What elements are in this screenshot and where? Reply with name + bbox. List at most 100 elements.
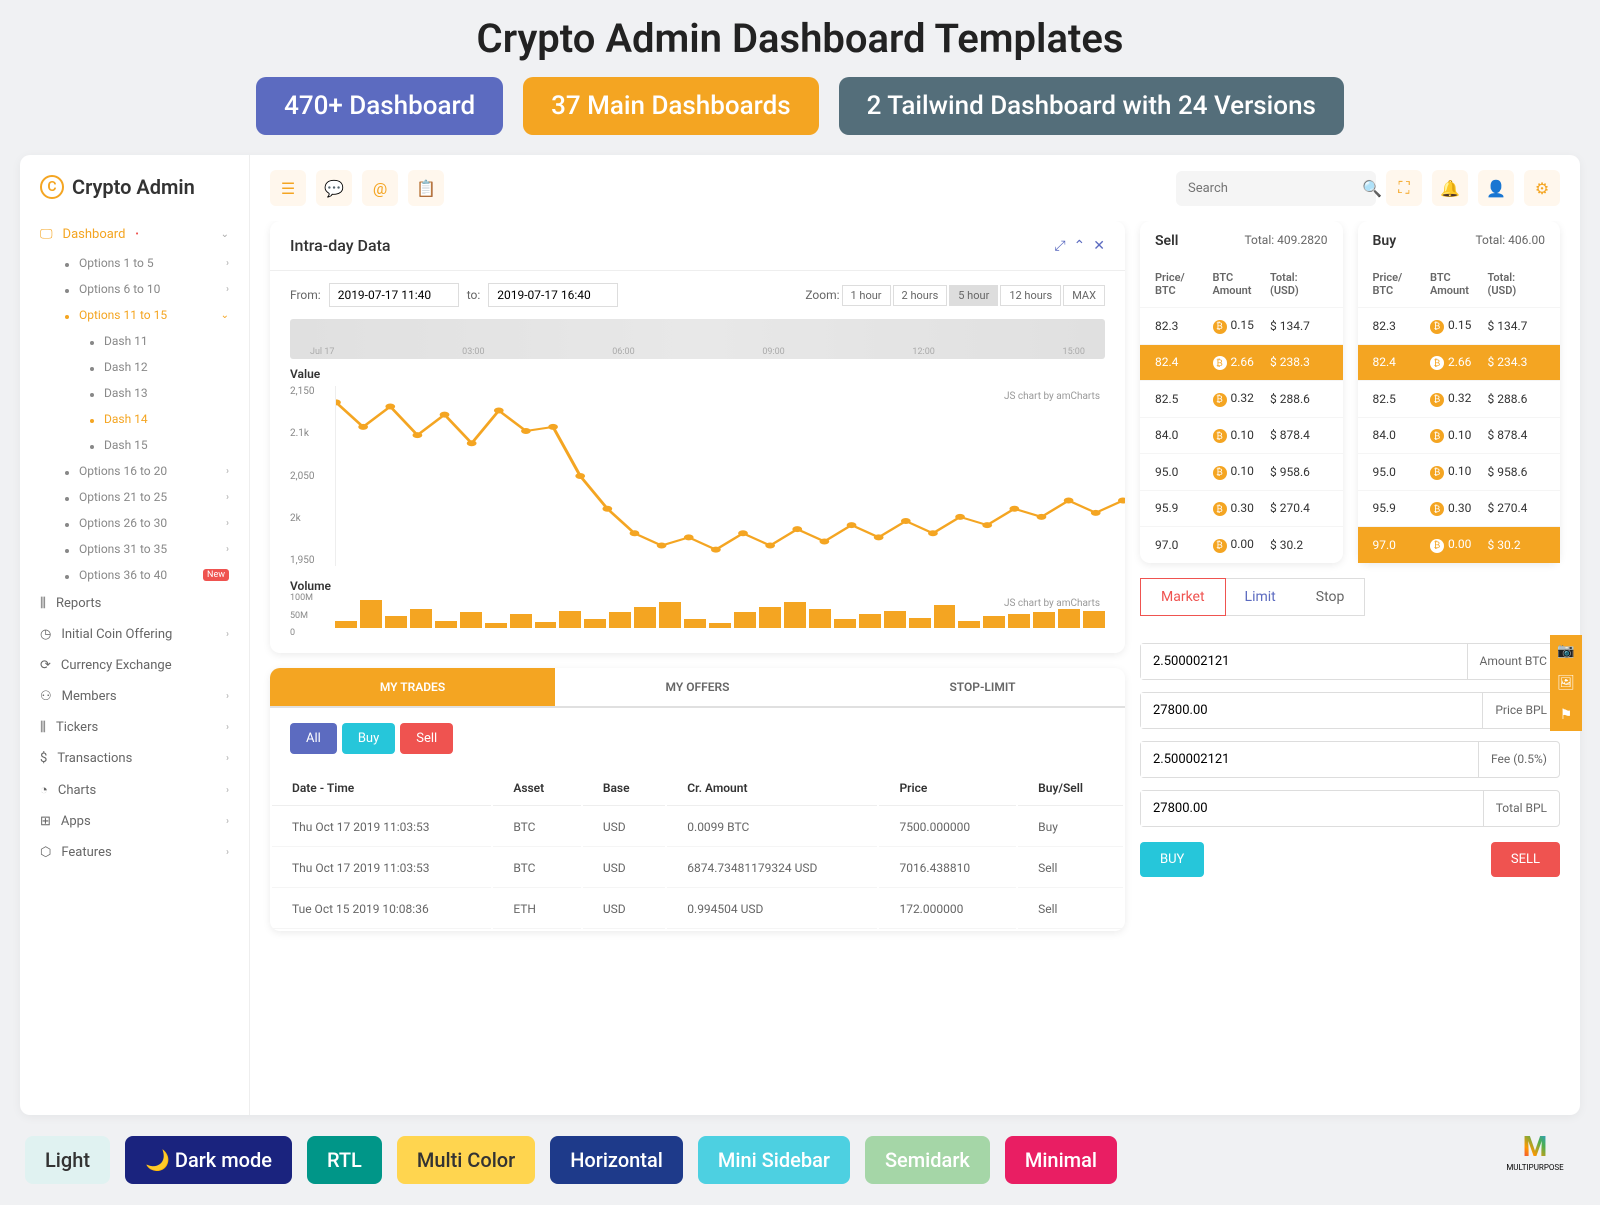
total-input[interactable]	[1141, 791, 1483, 826]
dash-14[interactable]: Dash 14	[20, 406, 249, 432]
clipboard-button[interactable]: 📋	[408, 170, 444, 206]
collapse-icon[interactable]: ⌃	[1074, 238, 1086, 254]
nav-charts[interactable]: ◔Charts›	[20, 774, 249, 806]
sub-options-31-35[interactable]: Options 31 to 35›	[20, 536, 249, 562]
nav-transactions[interactable]: $Transactions›	[20, 743, 249, 774]
dash-15[interactable]: Dash 15	[20, 432, 249, 458]
logo[interactable]: C Crypto Admin	[20, 175, 249, 219]
chevron-down-icon: ⌄	[221, 229, 229, 240]
nav-apps[interactable]: ⊞Apps›	[20, 806, 249, 837]
filter-all[interactable]: All	[290, 723, 337, 754]
mention-button[interactable]: @	[362, 170, 398, 206]
tab-stop-order[interactable]: Stop	[1296, 579, 1365, 615]
sub-options-21-25[interactable]: Options 21 to 25›	[20, 484, 249, 510]
zoom-5h[interactable]: 5 hour	[949, 285, 998, 306]
tab-my-trades[interactable]: MY TRADES	[270, 668, 555, 706]
theme-bar: Light 🌙 Dark mode RTL Multi Color Horizo…	[0, 1115, 1600, 1205]
fullscreen-button[interactable]: ⛶	[1386, 170, 1422, 206]
sub-options-11-15[interactable]: Options 11 to 15⌄	[20, 302, 249, 328]
order-row[interactable]: 95.0₿0.10$ 958.6	[1140, 453, 1343, 490]
overview-chart[interactable]: Jul 17 03:00 06:00 09:00 12:00 15:00	[290, 319, 1105, 359]
sub-options-36-40[interactable]: Options 36 to 40New	[20, 562, 249, 588]
user-button[interactable]: 👤	[1478, 170, 1514, 206]
sell-button[interactable]: SELL	[1491, 842, 1560, 877]
theme-light[interactable]: Light	[25, 1136, 110, 1184]
nav-members[interactable]: ⚇Members›	[20, 681, 249, 712]
tab-limit-order[interactable]: Limit	[1225, 579, 1296, 615]
nav-dashboard[interactable]: 🖵Dashboard• ⌄	[20, 219, 249, 250]
sub-options-1-5[interactable]: Options 1 to 5›	[20, 250, 249, 276]
nav-reports[interactable]: ⫼Reports	[20, 588, 249, 619]
fab-image[interactable]: 🖼	[1550, 667, 1582, 699]
pill-dashboards: 470+ Dashboard	[256, 77, 503, 135]
theme-minimal[interactable]: Minimal	[1005, 1136, 1117, 1184]
tab-stop-limit[interactable]: STOP-LIMIT	[840, 668, 1125, 706]
order-row[interactable]: 95.9₿0.30$ 270.4	[1358, 490, 1561, 527]
order-row[interactable]: 82.3₿0.15$ 134.7	[1358, 307, 1561, 344]
theme-horizontal[interactable]: Horizontal	[550, 1136, 683, 1184]
notifications-button[interactable]: 🔔	[1432, 170, 1468, 206]
gear-icon: ⚙	[1535, 179, 1549, 198]
nav-exchange[interactable]: ⟳Currency Exchange	[20, 650, 249, 681]
table-row[interactable]: Thu Oct 17 2019 11:03:53BTCUSD0.0099 BTC…	[272, 808, 1123, 847]
theme-mini-sidebar[interactable]: Mini Sidebar	[698, 1136, 850, 1184]
chat-button[interactable]: 💬	[316, 170, 352, 206]
theme-multi[interactable]: Multi Color	[397, 1136, 535, 1184]
fab-flag[interactable]: ⚑	[1550, 699, 1582, 731]
filter-buy[interactable]: Buy	[342, 723, 395, 754]
order-row[interactable]: 82.4₿2.66$ 238.3	[1140, 344, 1343, 381]
order-row[interactable]: 84.0₿0.10$ 878.4	[1140, 417, 1343, 454]
menu-button[interactable]: ☰	[270, 170, 306, 206]
filter-sell[interactable]: Sell	[400, 723, 453, 754]
amount-input[interactable]	[1141, 644, 1467, 679]
nav-tickers[interactable]: ⫼Tickers›	[20, 712, 249, 743]
price-input[interactable]	[1141, 693, 1482, 728]
search-input[interactable]	[1188, 181, 1354, 196]
order-row[interactable]: 82.5₿0.32$ 288.6	[1140, 380, 1343, 417]
dash-13[interactable]: Dash 13	[20, 380, 249, 406]
order-row[interactable]: 97.0₿0.00$ 30.2	[1358, 526, 1561, 563]
dash-12[interactable]: Dash 12	[20, 354, 249, 380]
clock-icon: ◷	[40, 627, 51, 642]
to-input[interactable]	[488, 283, 618, 307]
banner-title: Crypto Admin Dashboard Templates	[0, 15, 1600, 62]
settings-button[interactable]: ⚙	[1524, 170, 1560, 206]
zoom-1h[interactable]: 1 hour	[842, 285, 891, 306]
expand-icon: ⛶	[1398, 178, 1409, 198]
theme-semidark[interactable]: Semidark	[865, 1136, 990, 1184]
camera-icon: 📷	[1557, 643, 1574, 659]
order-row[interactable]: 82.3₿0.15$ 134.7	[1140, 307, 1343, 344]
order-row[interactable]: 95.0₿0.10$ 958.6	[1358, 453, 1561, 490]
theme-rtl[interactable]: RTL	[307, 1136, 382, 1184]
search-box[interactable]: 🔍	[1176, 171, 1376, 206]
table-row[interactable]: Tue Oct 15 2019 10:08:36ETHUSD0.994504 U…	[272, 890, 1123, 929]
theme-dark[interactable]: 🌙 Dark mode	[125, 1136, 292, 1184]
zoom-12h[interactable]: 12 hours	[1000, 285, 1061, 306]
tab-my-offers[interactable]: MY OFFERS	[555, 668, 840, 706]
order-row[interactable]: 82.5₿0.32$ 288.6	[1358, 380, 1561, 417]
dash-11[interactable]: Dash 11	[20, 328, 249, 354]
fab-camera[interactable]: 📷	[1550, 635, 1582, 667]
sub-options-16-20[interactable]: Options 16 to 20›	[20, 458, 249, 484]
close-icon[interactable]: ✕	[1093, 238, 1105, 254]
tab-market[interactable]: Market	[1140, 578, 1226, 616]
zoom-max[interactable]: MAX	[1063, 285, 1105, 306]
buy-button[interactable]: BUY	[1140, 842, 1204, 877]
sub-options-26-30[interactable]: Options 26 to 30›	[20, 510, 249, 536]
zoom-2h[interactable]: 2 hours	[893, 285, 948, 306]
sliders-icon: ⫼	[40, 720, 46, 735]
table-row[interactable]: Thu Oct 17 2019 11:03:53BTCUSD6874.73481…	[272, 849, 1123, 888]
menu-icon: ☰	[281, 179, 295, 198]
order-row[interactable]: 82.4₿2.66$ 234.3	[1358, 344, 1561, 381]
fee-input[interactable]	[1141, 742, 1478, 777]
order-row[interactable]: 95.9₿0.30$ 270.4	[1140, 490, 1343, 527]
nav-features[interactable]: ⬡Features›	[20, 837, 249, 868]
expand-icon[interactable]: ⤢	[1054, 238, 1065, 254]
sub-options-6-10[interactable]: Options 6 to 10›	[20, 276, 249, 302]
order-row[interactable]: 97.0₿0.00$ 30.2	[1140, 526, 1343, 563]
order-row[interactable]: 84.0₿0.10$ 878.4	[1358, 417, 1561, 454]
nav-ico[interactable]: ◷Initial Coin Offering›	[20, 619, 249, 650]
search-icon: 🔍	[1362, 179, 1382, 198]
from-input[interactable]	[329, 283, 459, 307]
bell-icon: 🔔	[1440, 179, 1460, 198]
